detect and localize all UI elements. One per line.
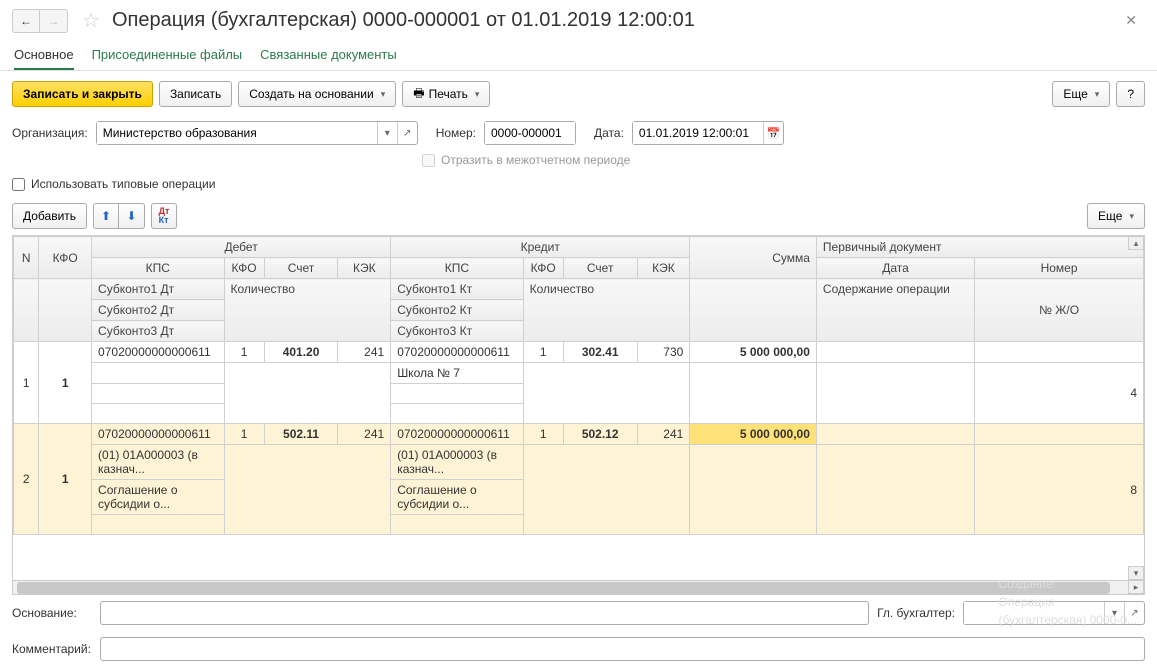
date-label: Дата:	[594, 126, 624, 140]
more-button[interactable]: Еще	[1052, 81, 1110, 107]
interperiod-checkbox	[422, 154, 435, 167]
scroll-right-icon[interactable]: ▸	[1128, 580, 1144, 594]
number-input[interactable]	[485, 122, 575, 144]
col-debit[interactable]: Дебет	[92, 237, 391, 258]
horizontal-scrollbar[interactable]	[13, 580, 1128, 594]
page-title: Операция (бухгалтерская) 0000-000001 от …	[112, 9, 695, 32]
tab-linked[interactable]: Связанные документы	[260, 47, 397, 62]
save-close-button[interactable]: Записать и закрыть	[12, 81, 153, 107]
chief-acc-input[interactable]	[964, 602, 1104, 624]
org-label: Организация:	[12, 126, 88, 140]
number-field[interactable]	[484, 121, 576, 145]
chief-acc-dropdown-icon[interactable]: ▾	[1104, 602, 1124, 624]
org-open-icon[interactable]: ↗	[397, 122, 417, 144]
date-input[interactable]	[633, 122, 763, 144]
col-primary-doc[interactable]: Первичный документ	[816, 237, 1143, 258]
move-down-button[interactable]: ⬇	[119, 203, 145, 229]
table-row[interactable]: 2 1 07020000000000611 1 502.11 241 07020…	[14, 424, 1144, 445]
comment-label: Комментарий:	[12, 642, 92, 656]
add-row-button[interactable]: Добавить	[12, 203, 87, 229]
col-sum[interactable]: Сумма	[690, 237, 817, 279]
nav-back-button[interactable]: ←	[12, 9, 40, 33]
table-row[interactable]: 1 1 07020000000000611 1 401.20 241 07020…	[14, 342, 1144, 363]
grid-more-button[interactable]: Еще	[1087, 203, 1145, 229]
comment-input[interactable]	[100, 637, 1145, 661]
tab-files[interactable]: Присоединенные файлы	[92, 47, 243, 62]
calendar-icon[interactable]	[763, 122, 783, 144]
create-on-basis-button[interactable]: Создать на основании	[238, 81, 396, 107]
favorite-star-icon[interactable]: ☆	[82, 8, 100, 33]
chief-acc-combo[interactable]: ▾ ↗	[963, 601, 1145, 625]
number-label: Номер:	[436, 126, 476, 140]
table-row[interactable]: Школа № 7 4	[14, 363, 1144, 384]
basis-input[interactable]	[100, 601, 869, 625]
col-kfo[interactable]: КФО	[39, 237, 92, 279]
nav-forward-button[interactable]: →	[40, 9, 68, 33]
basis-label: Основание:	[12, 606, 92, 620]
printer-icon	[413, 84, 424, 105]
org-dropdown-icon[interactable]: ▾	[377, 122, 397, 144]
table-row[interactable]: (01) 01А000003 (в казнач... (01) 01А0000…	[14, 445, 1144, 480]
scroll-down-icon[interactable]: ▾	[1128, 566, 1144, 580]
accounting-grid[interactable]: N КФО Дебет Кредит Сумма Первичный докум…	[12, 235, 1145, 595]
chief-acc-label: Гл. бухгалтер:	[877, 606, 955, 620]
move-up-button[interactable]: ⬆	[93, 203, 119, 229]
col-n[interactable]: N	[14, 237, 39, 279]
help-button[interactable]: ?	[1116, 81, 1145, 107]
save-button[interactable]: Записать	[159, 81, 232, 107]
use-typical-checkbox[interactable]	[12, 178, 25, 191]
tab-main[interactable]: Основное	[14, 47, 74, 70]
dtkt-button[interactable]: ДтКт	[151, 203, 177, 229]
interperiod-label: Отразить в межотчетном периоде	[441, 153, 630, 167]
org-combo[interactable]: ▾ ↗	[96, 121, 418, 145]
date-field[interactable]	[632, 121, 784, 145]
org-input[interactable]	[97, 122, 377, 144]
print-button[interactable]: Печать	[402, 81, 490, 107]
chief-acc-open-icon[interactable]: ↗	[1124, 602, 1144, 624]
close-icon[interactable]: ✕	[1117, 12, 1145, 29]
use-typical-label: Использовать типовые операции	[31, 177, 215, 191]
col-credit[interactable]: Кредит	[391, 237, 690, 258]
scroll-up-icon[interactable]: ▴	[1128, 236, 1144, 250]
